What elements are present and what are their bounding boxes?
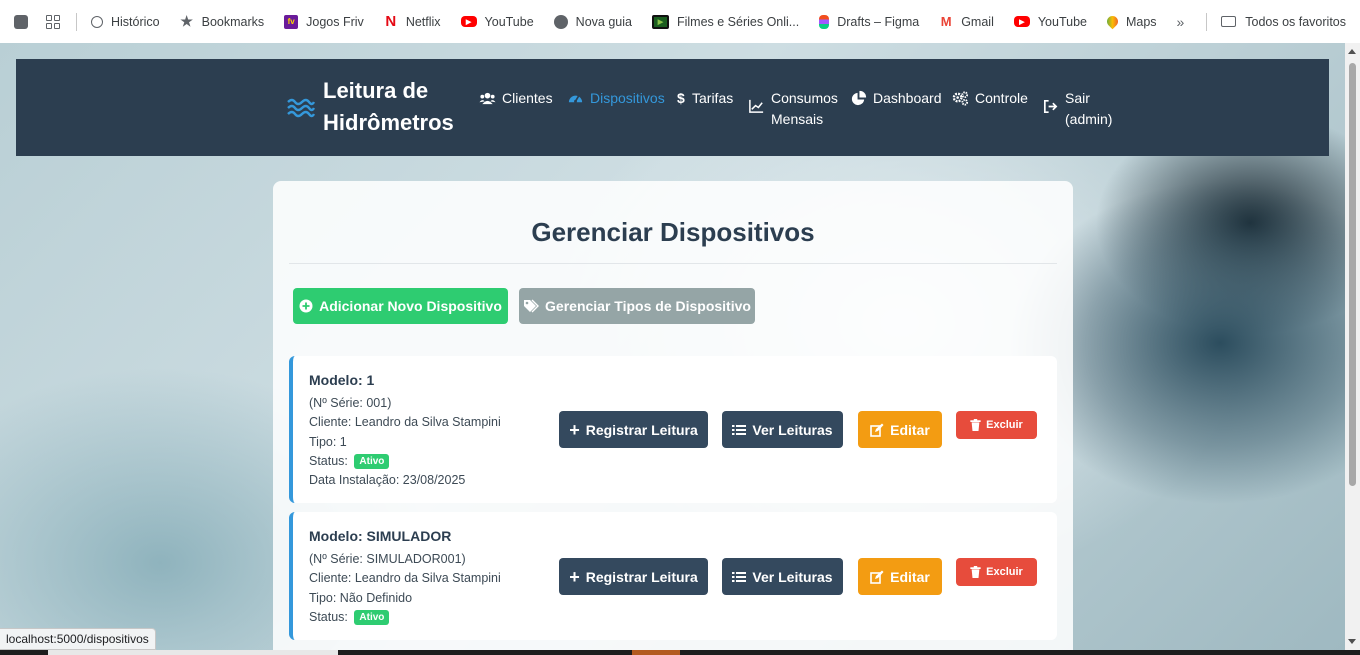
device-client: Cliente: Leandro da Silva Stampini [309, 415, 501, 429]
figma-icon [819, 14, 830, 29]
nav-dispositivos[interactable]: Dispositivos [567, 88, 665, 109]
maps-icon [1104, 13, 1121, 30]
device-model: Modelo: 1 [309, 372, 375, 388]
edit-icon [870, 570, 884, 584]
page-viewport: Leitura de Hidrômetros Clientes Disposit… [0, 43, 1345, 650]
list-icon [732, 571, 747, 582]
list-icon [732, 424, 747, 435]
all-favorites-folder[interactable]: Todos os favoritos [1221, 15, 1346, 29]
tags-icon [524, 299, 540, 313]
bookmark-jogos-friv[interactable]: fv Jogos Friv [284, 14, 364, 29]
nav-consumos-mensais[interactable]: Consumos Mensais [748, 88, 838, 130]
tab-search-icon[interactable] [14, 14, 28, 29]
top-navbar: Leitura de Hidrômetros Clientes Disposit… [16, 59, 1329, 156]
device-type: Tipo: 1 [309, 435, 347, 449]
trash-icon [970, 419, 981, 431]
plus-icon: + [569, 566, 580, 587]
delete-device-button[interactable]: Excluir [956, 558, 1037, 586]
device-install-date: Data Instalação: 23/08/2025 [309, 473, 466, 487]
folder-icon [1221, 16, 1237, 27]
apps-grid-icon[interactable] [46, 14, 60, 29]
plus-circle-icon [299, 299, 313, 313]
dollar-icon: $ [677, 90, 685, 106]
status-bar-url: localhost:5000/dispositivos [0, 628, 156, 650]
youtube-icon: ▶ [460, 16, 477, 27]
bookmark-youtube[interactable]: ▶ YouTube [460, 15, 534, 29]
scroll-thumb[interactable] [1349, 63, 1356, 486]
cogs-icon [952, 91, 969, 106]
view-readings-button[interactable]: Ver Leituras [722, 558, 843, 595]
bookmark-gmail[interactable]: M Gmail [939, 14, 994, 29]
netflix-icon: N [385, 13, 397, 30]
bookmarks-separator-right [1206, 12, 1208, 31]
nav-tarifas[interactable]: $ Tarifas [677, 88, 733, 109]
bookmark-filmes-series[interactable]: ▶ Filmes e Séries Onli... [651, 14, 799, 29]
title-divider [289, 263, 1057, 264]
edit-device-button[interactable]: Editar [858, 558, 942, 595]
chart-line-icon [749, 99, 764, 113]
globe-icon [553, 14, 568, 29]
friv-icon: fv [284, 14, 299, 29]
gmail-icon: M [940, 14, 952, 29]
bookmark-historico[interactable]: Histórico [91, 15, 160, 29]
scroll-up-icon[interactable] [1348, 49, 1356, 54]
gauge-icon [568, 95, 583, 103]
trash-icon [970, 566, 981, 578]
sign-out-icon [1043, 99, 1058, 114]
register-reading-button[interactable]: + Registrar Leitura [559, 411, 708, 448]
page-scrollbar[interactable] [1345, 43, 1360, 650]
pie-chart-icon [851, 90, 867, 106]
page-title: Gerenciar Dispositivos [531, 217, 815, 247]
device-serial: (Nº Série: 001) [309, 396, 392, 410]
add-device-button[interactable]: Adicionar Novo Dispositivo [293, 288, 508, 324]
device-status: Status: Ativo [309, 610, 390, 625]
taskbar-strip [0, 650, 1360, 655]
nav-dashboard[interactable]: Dashboard [850, 88, 942, 109]
bookmark-figma[interactable]: Drafts – Figma [819, 14, 919, 29]
youtube-icon: ▶ [1013, 16, 1030, 27]
bookmark-netflix[interactable]: N Netflix [384, 13, 440, 30]
bookmark-nova-guia[interactable]: Nova guia [553, 14, 632, 29]
device-card: Modelo: SIMULADOR (Nº Série: SIMULADOR00… [289, 512, 1057, 640]
device-client: Cliente: Leandro da Silva Stampini [309, 571, 501, 585]
bookmarks-bar: Histórico ★ Bookmarks fv Jogos Friv N Ne… [0, 0, 1360, 43]
users-icon [479, 92, 496, 105]
more-bookmarks-icon[interactable]: » [1176, 14, 1184, 30]
nav-clientes[interactable]: Clientes [479, 88, 553, 109]
status-badge: Ativo [354, 610, 390, 625]
view-readings-button[interactable]: Ver Leituras [722, 411, 843, 448]
plus-icon: + [569, 419, 580, 440]
nav-controle[interactable]: Controle [952, 88, 1028, 109]
delete-device-button[interactable]: Excluir [956, 411, 1037, 439]
device-serial: (Nº Série: SIMULADOR001) [309, 552, 466, 566]
edit-device-button[interactable]: Editar [858, 411, 942, 448]
bookmark-maps[interactable]: Maps [1104, 13, 1157, 30]
nav-sair[interactable]: Sair (admin) [1042, 88, 1112, 130]
water-icon [287, 98, 315, 118]
scroll-down-icon[interactable] [1348, 639, 1356, 644]
status-badge: Ativo [354, 454, 390, 469]
star-icon: ★ [180, 13, 193, 29]
device-model: Modelo: SIMULADOR [309, 528, 452, 544]
edit-icon [870, 423, 884, 437]
device-card: Modelo: 1 (Nº Série: 001) Cliente: Leand… [289, 356, 1057, 503]
brand[interactable]: Leitura de Hidrômetros [287, 75, 473, 139]
tv-icon: ▶ [651, 14, 669, 29]
brand-title: Leitura de Hidrômetros [323, 78, 454, 135]
devices-card: Gerenciar Dispositivos Adicionar Novo Di… [273, 181, 1073, 650]
history-icon [91, 15, 103, 28]
bookmarks-separator [76, 12, 77, 31]
device-type: Tipo: Não Definido [309, 591, 413, 605]
bookmark-bookmarks[interactable]: ★ Bookmarks [180, 13, 264, 29]
manage-device-types-button[interactable]: Gerenciar Tipos de Dispositivo [519, 288, 755, 324]
device-status: Status: Ativo [309, 454, 390, 469]
register-reading-button[interactable]: + Registrar Leitura [559, 558, 708, 595]
bookmark-youtube-2[interactable]: ▶ YouTube [1013, 15, 1087, 29]
